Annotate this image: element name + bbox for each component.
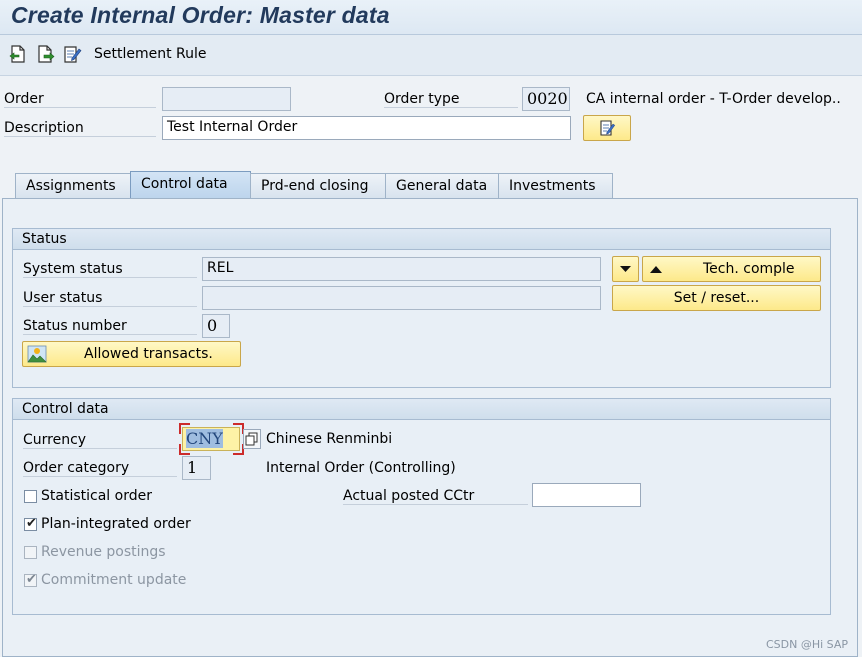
user-status-label: User status [23,290,197,307]
description-input[interactable]: Test Internal Order [162,116,571,140]
tab-investments[interactable]: Investments [498,173,613,198]
application-toolbar: Settlement Rule [0,35,862,76]
user-status-field[interactable] [202,286,601,310]
edit-text-icon [600,120,616,136]
currency-label: Currency [23,432,177,449]
landscape-icon [27,345,47,363]
settlement-rule-button[interactable]: Settlement Rule [94,46,207,62]
actual-posted-cctr-input[interactable] [532,483,641,507]
currency-description: Chinese Renminbi [266,431,393,447]
allowed-transacts-label: Allowed transacts. [84,346,213,362]
commitment-update-label: Commitment update [41,572,187,588]
order-category-label: Order category [23,460,177,477]
page-title: Create Internal Order: Master data [11,2,390,28]
currency-value: CNY [186,429,223,448]
doc-arrow-icon[interactable] [36,44,56,64]
tab-prd-end-closing[interactable]: Prd-end closing [250,173,386,198]
allowed-transacts-button[interactable]: Allowed transacts. [22,341,241,367]
title-bar: Create Internal Order: Master data [0,0,862,35]
tab-control-data[interactable]: Control data [130,171,251,199]
checkmark-icon: ✔ [26,572,37,587]
tech-complete-label: Tech. comple [703,261,795,277]
statistical-order-label: Statistical order [41,488,152,504]
triangle-up-icon [650,266,662,273]
system-status-label: System status [23,261,197,278]
order-field[interactable] [162,87,291,111]
tab-strip: Assignments Control data Prd-end closing… [0,171,862,199]
long-text-button[interactable] [583,115,631,141]
status-group-title: Status [13,229,830,250]
plan-integrated-checkbox[interactable]: ✔ [24,516,37,531]
description-label: Description [4,120,156,137]
checkmark-icon: ✔ [26,516,37,531]
currency-input[interactable]: CNY [182,427,240,451]
system-status-field[interactable]: REL [202,257,601,281]
actual-posted-label: Actual posted CCtr [343,488,528,505]
revenue-postings-label: Revenue postings [41,544,166,560]
watermark-text: CSDN @Hi SAP [765,638,848,651]
currency-search-help-button[interactable] [243,429,261,449]
tech-complete-button[interactable]: Tech. comple [642,256,821,282]
order-type-field[interactable]: 0020 [522,87,570,111]
order-label: Order [4,91,156,108]
new-doc-icon[interactable] [8,44,28,64]
status-number-label: Status number [23,318,197,335]
order-type-label: Order type [384,91,518,108]
revenue-postings-checkbox [24,546,37,559]
order-type-description: CA internal order - T-Order develop.. [586,91,841,107]
order-category-field[interactable]: 1 [182,456,211,480]
order-category-description: Internal Order (Controlling) [266,460,456,476]
set-reset-button[interactable]: Set / reset... [612,285,821,311]
edit-doc-icon[interactable] [62,44,82,64]
plan-integrated-label: Plan-integrated order [41,516,191,532]
search-help-icon [245,432,258,446]
status-number-field[interactable]: 0 [202,314,230,338]
triangle-down-icon [620,266,631,272]
tab-assignments[interactable]: Assignments [15,173,131,198]
status-dropdown-button[interactable] [612,256,639,282]
commitment-update-checkbox: ✔ [24,572,37,587]
statistical-order-checkbox[interactable] [24,490,37,503]
tab-general-data[interactable]: General data [385,173,499,198]
control-data-group-title: Control data [13,399,830,420]
